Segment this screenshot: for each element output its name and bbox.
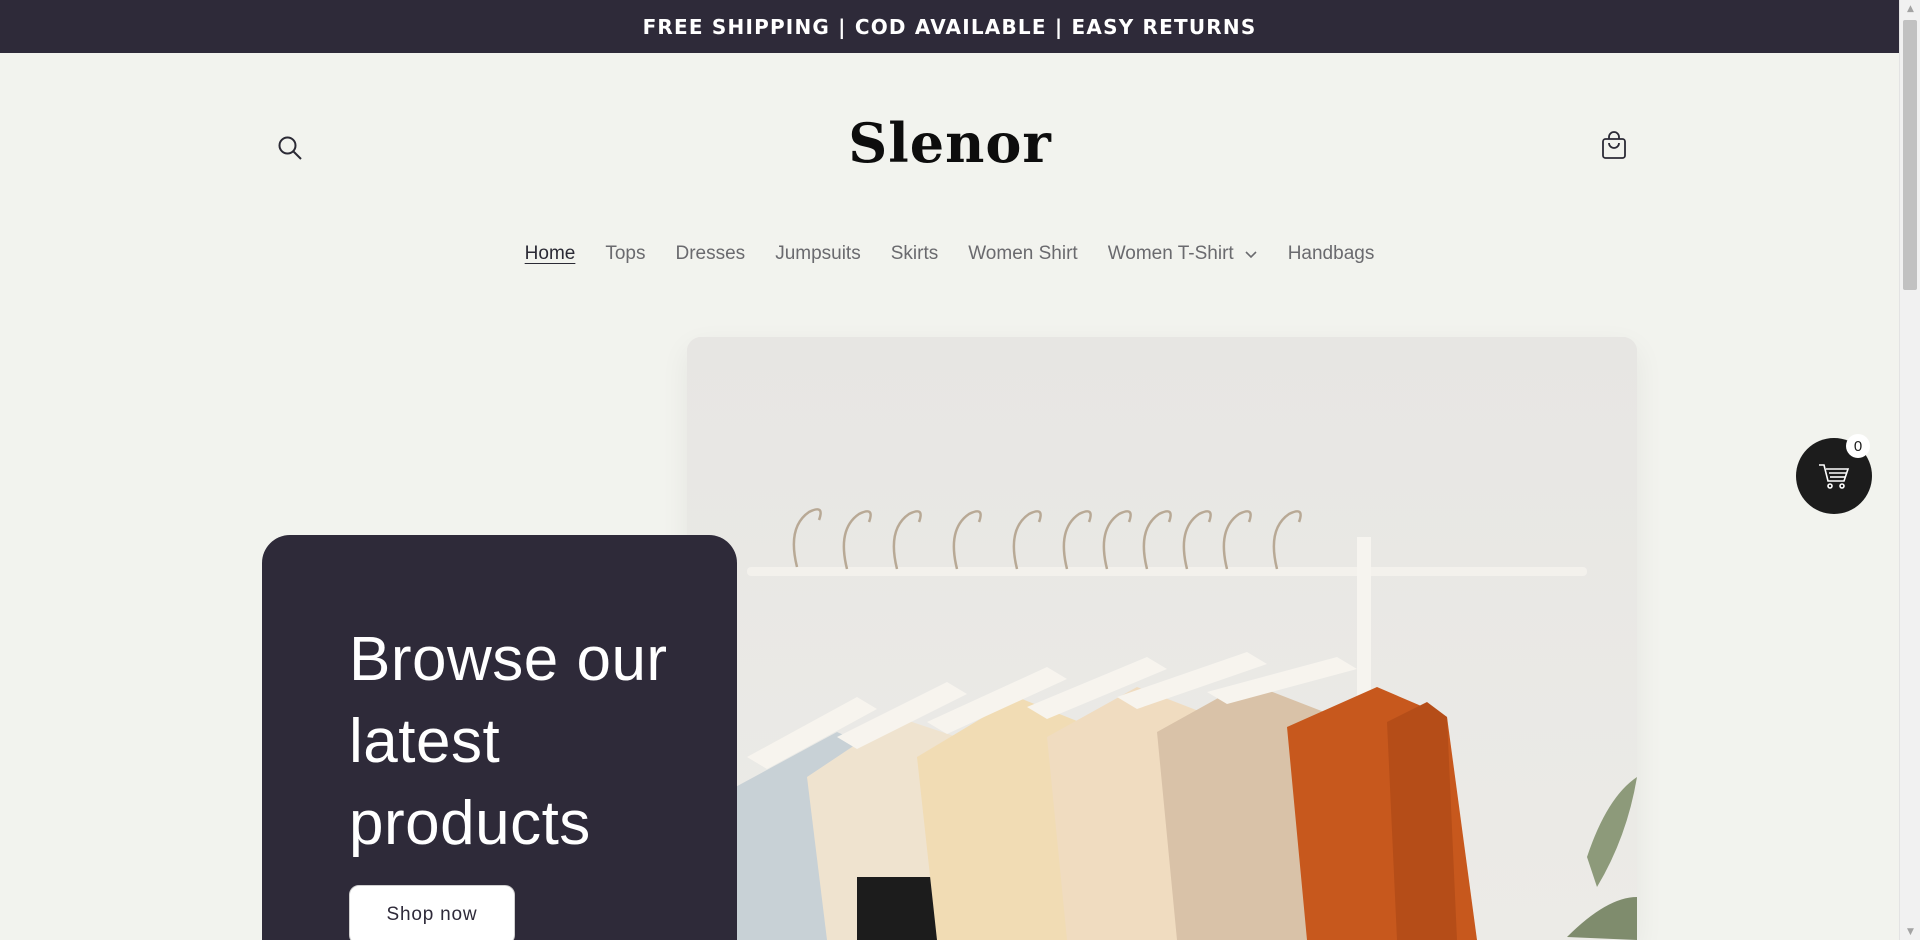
clothes-rack-image	[687, 337, 1637, 940]
nav-item-tops[interactable]: Tops	[605, 239, 645, 269]
nav-item-label: Tops	[605, 243, 646, 264]
hero-heading: Browse our latest products	[349, 625, 668, 858]
nav-item-label: Jumpsuits	[775, 243, 861, 264]
scroll-thumb[interactable]	[1903, 20, 1917, 290]
logo[interactable]: Slenor	[848, 108, 1052, 178]
nav-item-label: Dresses	[675, 243, 746, 264]
logo-text: Slenor	[848, 111, 1052, 175]
nav-item-home[interactable]: Home	[525, 239, 576, 269]
shopping-cart-icon	[1819, 464, 1850, 489]
chevron-down-icon	[1245, 251, 1257, 259]
hero-panel: Browse our latest products Shop now	[262, 535, 737, 940]
nav-item-jumpsuits[interactable]: Jumpsuits	[775, 239, 861, 269]
nav-item-label: Skirts	[890, 243, 939, 264]
nav-item-skirts[interactable]: Skirts	[891, 239, 939, 269]
nav-item-label: Women T-Shirt	[1107, 243, 1234, 264]
nav-item-women-shirt[interactable]: Women Shirt	[968, 239, 1077, 269]
nav-item-handbags[interactable]: Handbags	[1288, 239, 1375, 269]
bag-icon	[1602, 131, 1626, 159]
nav-item-dresses[interactable]: Dresses	[676, 239, 746, 269]
scroll-up-arrow-icon[interactable]: ▲	[1900, 0, 1920, 17]
cart-count-badge: 0	[1846, 434, 1870, 458]
nav-item-label: Home	[524, 243, 576, 264]
announcement-text: FREE SHIPPING | COD AVAILABLE | EASY RET…	[642, 14, 1257, 39]
shop-now-button[interactable]: Shop now	[349, 885, 515, 940]
search-button[interactable]	[270, 128, 310, 168]
main-nav: Home Tops Dresses Jumpsuits Skirts Women…	[0, 236, 1899, 272]
scroll-down-arrow-icon[interactable]: ▼	[1900, 923, 1920, 940]
hero-image	[687, 337, 1637, 940]
announcement-bar: FREE SHIPPING | COD AVAILABLE | EASY RET…	[0, 0, 1899, 53]
search-icon	[278, 136, 302, 160]
nav-item-women-t-shirt[interactable]: Women T-Shirt	[1108, 239, 1258, 269]
nav-item-label: Handbags	[1287, 243, 1375, 264]
scrollbar[interactable]: ▲ ▼	[1899, 0, 1920, 940]
cart-button[interactable]	[1594, 124, 1634, 168]
nav-item-label: Women Shirt	[968, 243, 1078, 264]
